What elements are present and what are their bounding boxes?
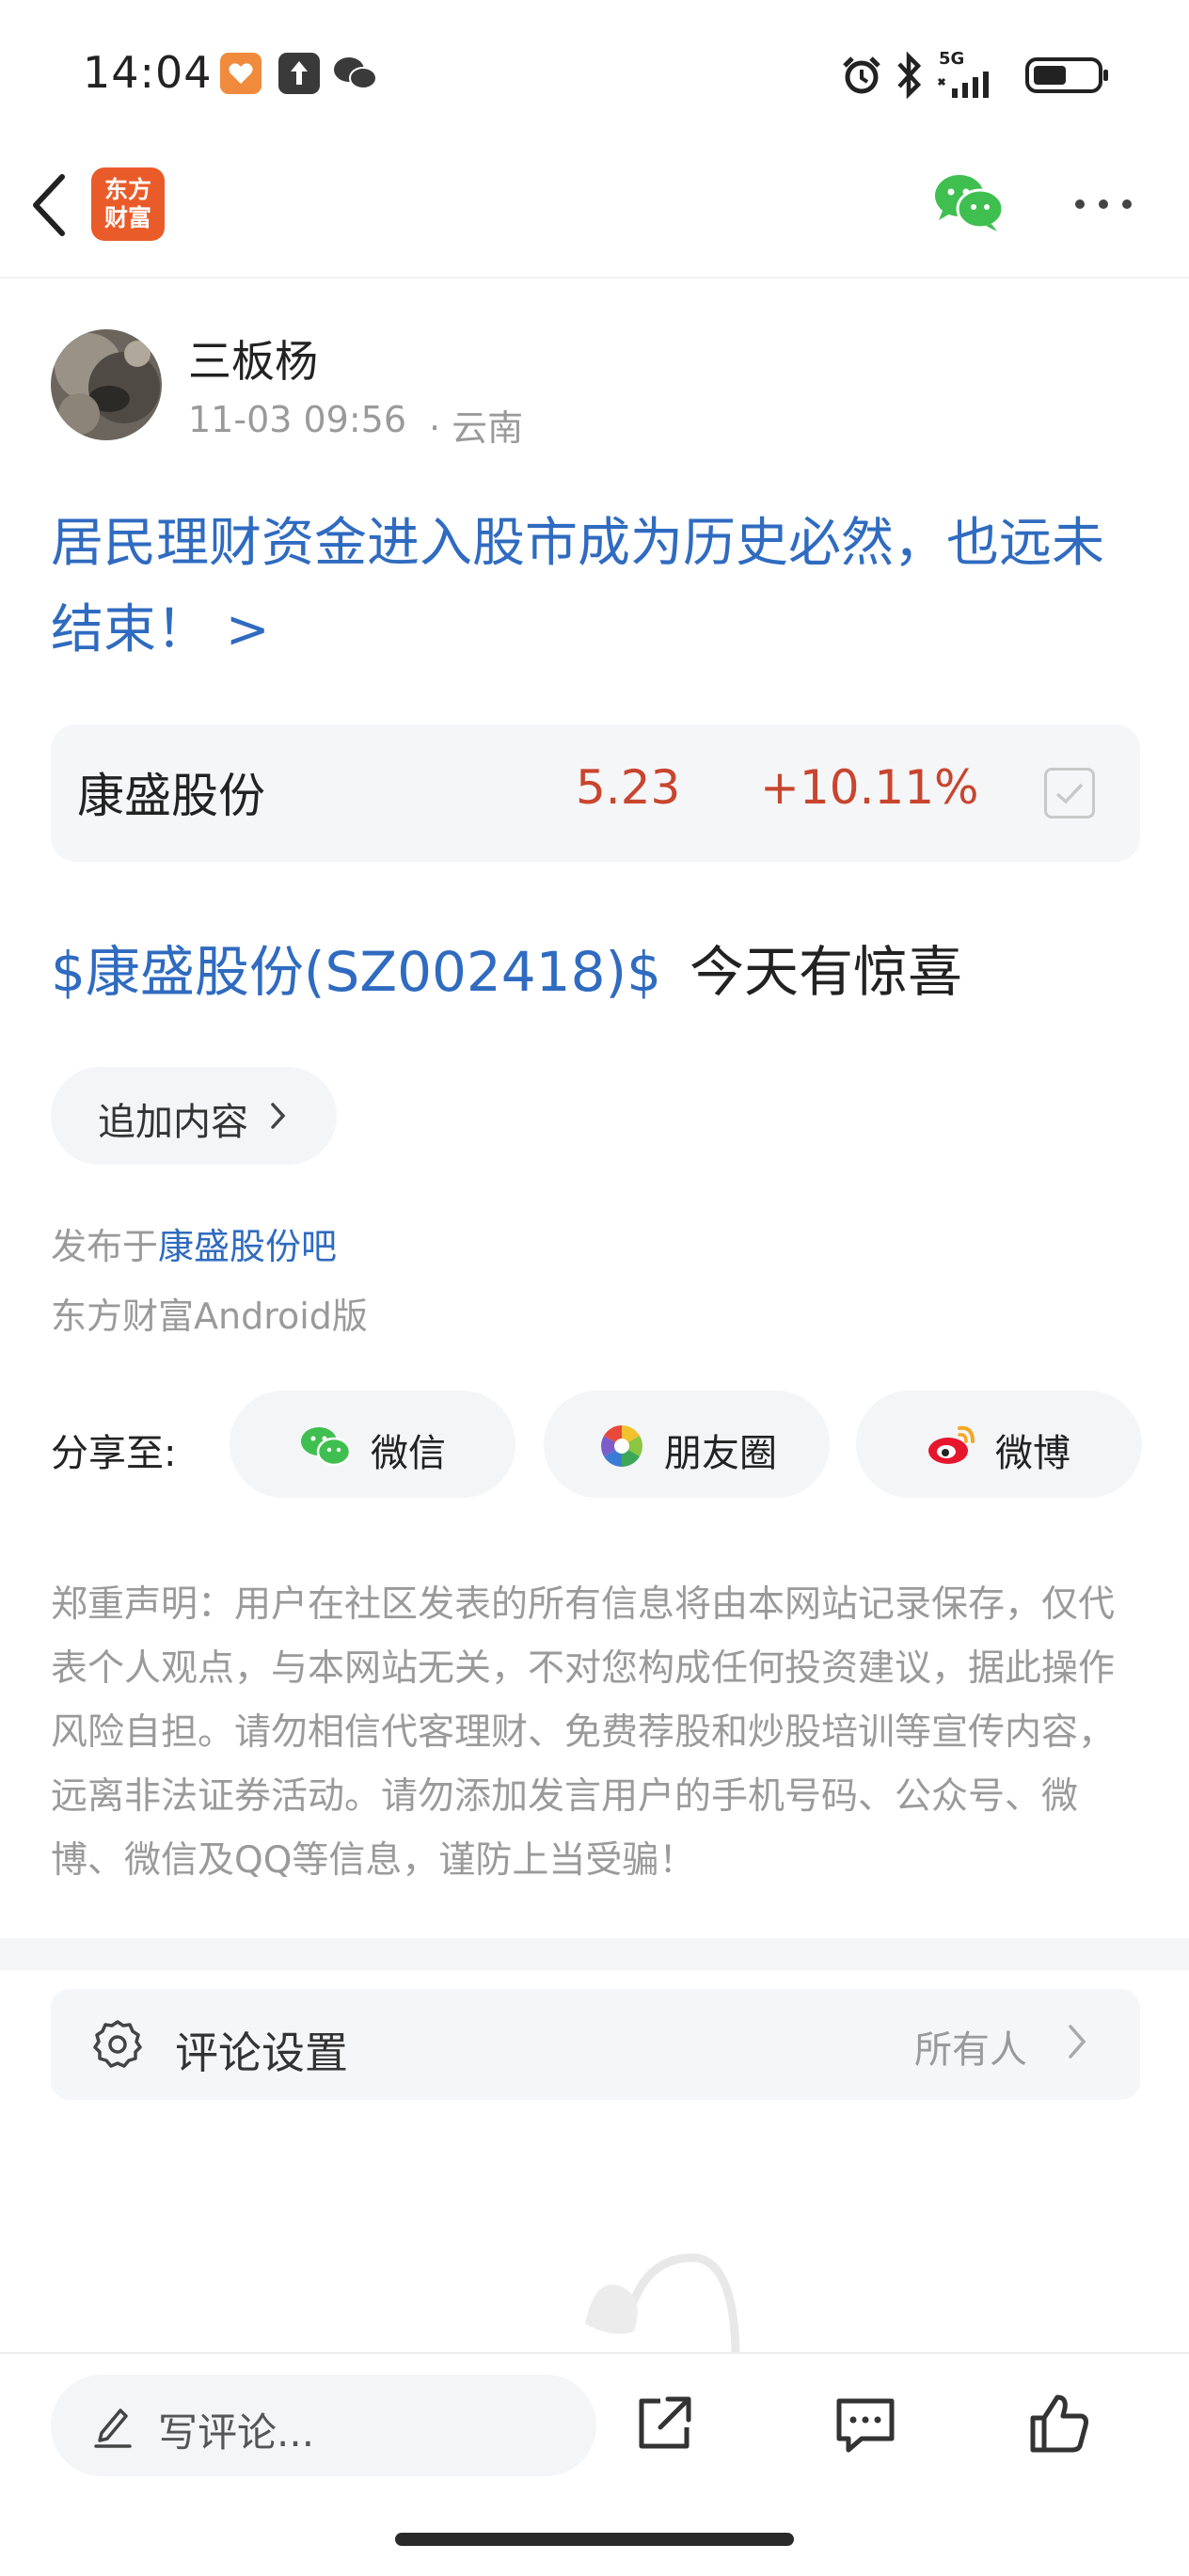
more-options-icon[interactable] [1070,188,1136,220]
comment-icon[interactable] [832,2390,899,2457]
author-name[interactable]: 三板杨 [188,327,318,390]
moments-icon [598,1423,645,1470]
published-prefix: 发布于 [51,1226,159,1267]
upload-notification-icon [278,53,320,94]
alarm-icon [843,56,880,94]
post-body-text: 今天有惊喜 [690,940,963,1004]
bluetooth-icon [897,51,922,100]
chevron-right-icon [269,1101,288,1131]
section-separator [0,1938,1189,1970]
published-in: 发布于康盛股份吧 [51,1217,337,1269]
share-label: 分享至: [51,1432,177,1475]
gear-icon [90,2017,145,2072]
post-time: 11-03 09:56 [188,399,407,440]
network-type-label: 5G [939,49,965,69]
comment-placeholder: 写评论... [158,2409,315,2456]
share-icon[interactable] [630,2390,698,2457]
signal-icon [937,72,989,98]
stock-change: +10.11% [760,760,979,815]
app-logo[interactable]: 东方财富 [91,167,165,241]
disclaimer-text: 郑重声明：用户在社区发表的所有信息将由本网站记录保存，仅代表个人观点，与本网站无… [51,1583,1116,1882]
chevron-right-icon [1067,2023,1087,2060]
stock-mention-link[interactable]: $康盛股份(SZ002418)$ [51,940,661,1004]
status-time: 14:04 [83,47,213,98]
share-wechat-label: 微信 [371,1432,446,1475]
weibo-icon [926,1421,978,1468]
battery-icon [1025,57,1108,93]
append-content-label: 追加内容 [98,1101,248,1144]
wechat-share-icon[interactable] [931,169,1005,235]
like-icon[interactable] [1025,2390,1093,2457]
stock-name: 康盛股份 [77,769,265,823]
back-button[interactable] [26,171,73,239]
share-moments-label: 朋友圈 [664,1432,777,1475]
empty-comments-illustration [576,2249,745,2353]
comment-settings-label: 评论设置 [175,2027,348,2078]
check-icon [1055,783,1084,804]
status-icons: 5G [828,47,1110,103]
post-body: $康盛股份(SZ002418)$ 今天有惊喜 [51,928,962,1007]
home-indicator[interactable] [395,2533,794,2546]
logo-text: 东方财富 [103,176,151,231]
add-watchlist-checkbox[interactable] [1044,768,1095,819]
pencil-icon [92,2401,134,2450]
wechat-notification-icon [331,55,380,92]
comment-settings-value: 所有人 [914,2028,1027,2072]
notification-app-icon [220,53,262,94]
post-title-link[interactable]: 居民理财资金进入股市成为历史必然，也远未结束！ > [51,501,1151,674]
wechat-icon [299,1424,352,1468]
share-weibo-label: 微博 [995,1432,1070,1475]
client-source: 东方财富Android版 [51,1296,368,1337]
author-avatar[interactable] [51,329,162,440]
forum-link[interactable]: 康盛股份吧 [158,1226,337,1267]
stock-price: 5.23 [576,760,681,815]
header-divider [0,277,1189,278]
post-location: · 云南 [429,407,524,449]
